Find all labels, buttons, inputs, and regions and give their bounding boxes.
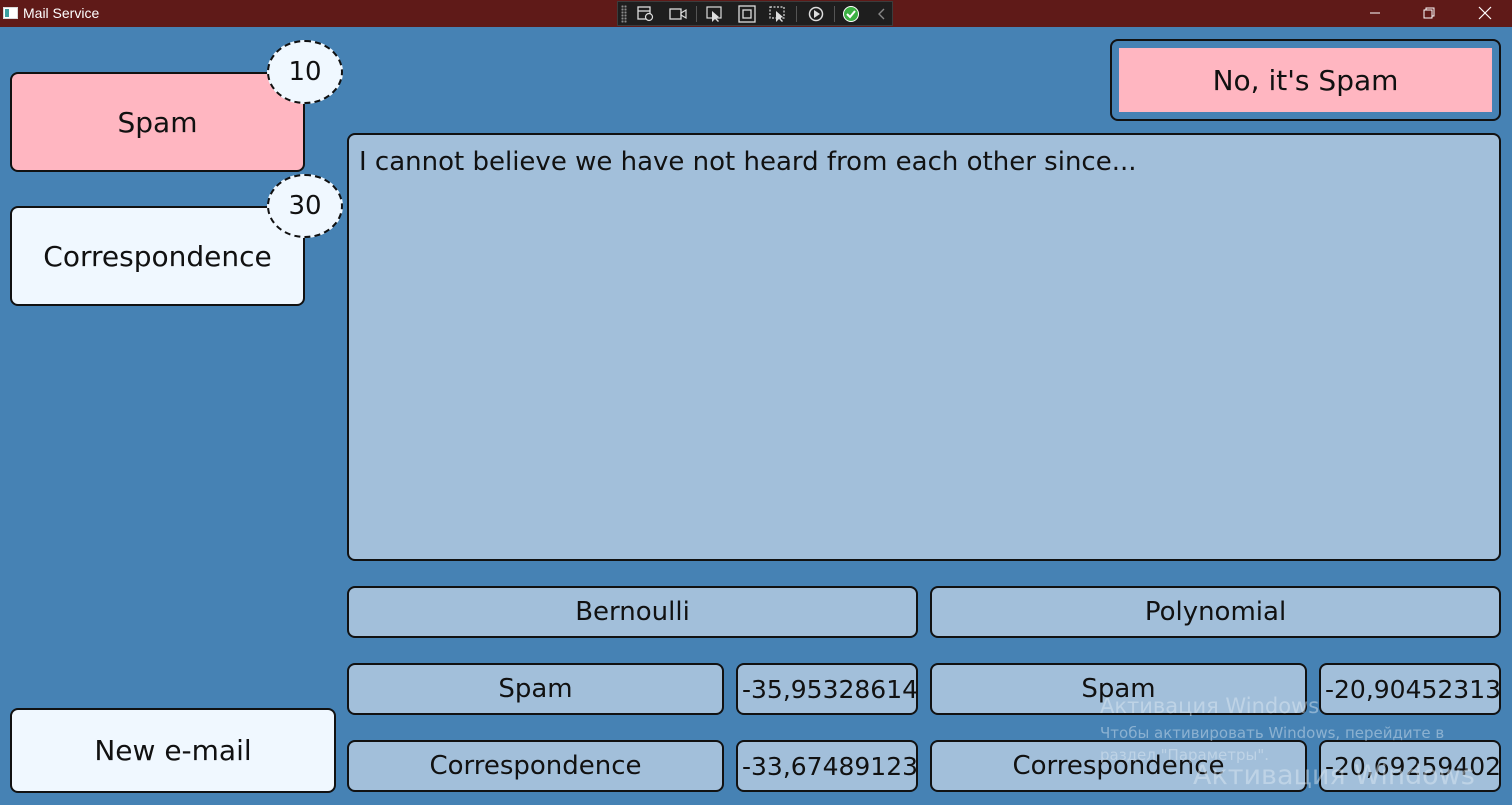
mark-as-spam-label: No, it's Spam — [1212, 63, 1399, 97]
classifier-header-polynomial: Polynomial — [930, 586, 1501, 638]
correspondence-count-badge: 30 — [267, 174, 343, 238]
window-title: Mail Service — [23, 5, 100, 21]
bernoulli-spam-label: Spam — [347, 663, 724, 715]
result-label: Spam — [1081, 674, 1156, 704]
classifier-header-bernoulli: Bernoulli — [347, 586, 918, 638]
app-icon — [3, 7, 18, 19]
classifier-name: Polynomial — [1144, 597, 1287, 627]
close-icon — [1478, 6, 1492, 20]
live-visual-tree-icon[interactable] — [636, 5, 656, 23]
result-label: Correspondence — [429, 751, 642, 781]
result-score: -35,95328614 — [742, 674, 918, 704]
bernoulli-correspondence-score: -33,67489123 — [736, 740, 918, 792]
classifier-name: Bernoulli — [575, 597, 690, 627]
wpf-debug-toolbar — [617, 1, 893, 26]
polynomial-spam-score: -20,90452313 — [1319, 663, 1501, 715]
toolbar-grip-icon[interactable] — [621, 5, 627, 23]
result-label: Correspondence — [1012, 751, 1225, 781]
new-email-label: New e-mail — [94, 734, 252, 767]
title-bar: Mail Service — [0, 0, 1512, 27]
email-body-textbox[interactable]: I cannot believe we have not heard from … — [347, 133, 1501, 561]
minimize-button[interactable] — [1348, 0, 1402, 27]
collapse-icon[interactable] — [872, 5, 892, 23]
bernoulli-correspondence-label: Correspondence — [347, 740, 724, 792]
mark-as-spam-button[interactable]: No, it's Spam — [1119, 48, 1492, 112]
restore-icon — [1423, 7, 1435, 19]
record-icon[interactable] — [668, 5, 688, 23]
verdict-frame: No, it's Spam — [1110, 39, 1501, 121]
folder-correspondence-button[interactable]: Correspondence — [10, 206, 305, 306]
result-score: -20,90452313 — [1325, 674, 1501, 704]
result-label: Spam — [498, 674, 573, 704]
folder-spam-label: Spam — [117, 105, 198, 139]
polynomial-correspondence-label: Correspondence — [930, 740, 1307, 792]
close-button[interactable] — [1458, 0, 1512, 27]
polynomial-spam-label: Spam — [930, 663, 1307, 715]
check-icon[interactable] — [841, 5, 861, 23]
folder-correspondence-label: Correspondence — [43, 239, 272, 273]
bernoulli-spam-score: -35,95328614 — [736, 663, 918, 715]
result-score: -33,67489123 — [742, 751, 918, 781]
track-focus-icon[interactable] — [768, 5, 788, 23]
minimize-icon — [1370, 12, 1380, 14]
new-email-button[interactable]: New e-mail — [10, 708, 336, 793]
restore-button[interactable] — [1402, 0, 1456, 27]
hot-reload-icon[interactable] — [806, 5, 826, 23]
display-layout-adorners-icon[interactable] — [737, 5, 757, 23]
spam-count-badge: 10 — [267, 40, 343, 104]
folder-spam-button[interactable]: Spam — [10, 72, 305, 172]
polynomial-correspondence-score: -20,69259402 — [1319, 740, 1501, 792]
select-element-icon[interactable] — [705, 5, 725, 23]
result-score: -20,69259402 — [1325, 751, 1501, 781]
